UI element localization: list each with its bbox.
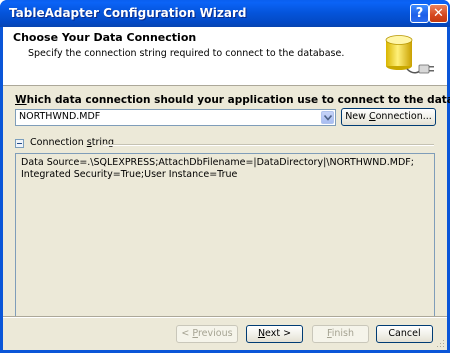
connection-string-textbox[interactable]: Data Source=.\SQLEXPRESS;AttachDbFilenam… — [15, 153, 435, 318]
page-title: Choose Your Data Connection — [13, 31, 197, 44]
help-button[interactable]: ? — [410, 4, 429, 23]
previous-button[interactable]: < Previous — [176, 325, 238, 343]
database-plug-icon — [385, 35, 434, 74]
wizard-window: TableAdapter Configuration Wizard ? ✕ Ch… — [0, 0, 450, 353]
window-title: TableAdapter Configuration Wizard — [9, 6, 247, 20]
wizard-body: Choose Your Data Connection Specify the … — [3, 27, 450, 350]
chevron-down-icon[interactable] — [321, 111, 334, 124]
connection-select[interactable]: NORTHWND.MDF — [15, 109, 336, 126]
next-button[interactable]: Next > — [246, 325, 303, 343]
page-subtitle: Specify the connection string required t… — [28, 48, 345, 59]
finish-button[interactable]: Finish — [312, 325, 369, 343]
footer-divider — [3, 316, 447, 318]
connection-select-value: NORTHWND.MDF — [19, 111, 101, 122]
connection-question-label: Which data connection should your applic… — [15, 94, 450, 106]
title-bar[interactable]: TableAdapter Configuration Wizard ? ✕ — [0, 0, 450, 27]
connection-string-label: Connection string — [30, 137, 115, 148]
connection-string-value: Data Source=.\SQLEXPRESS;AttachDbFilenam… — [21, 157, 414, 180]
collapse-icon[interactable] — [15, 139, 24, 148]
resize-grip-icon[interactable] — [435, 338, 445, 348]
cancel-button[interactable]: Cancel — [376, 325, 433, 343]
close-button[interactable]: ✕ — [429, 4, 448, 23]
wizard-header: Choose Your Data Connection Specify the … — [3, 27, 447, 86]
group-divider — [103, 144, 434, 146]
new-connection-button[interactable]: New Connection... — [341, 108, 436, 126]
